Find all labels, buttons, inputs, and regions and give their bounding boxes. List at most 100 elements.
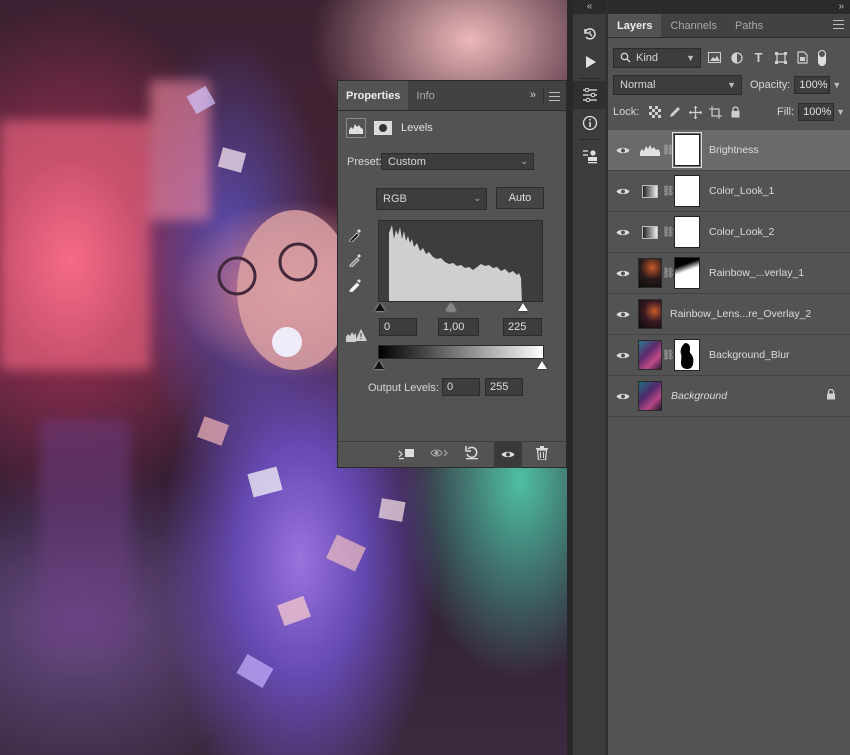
clipping-warning-icon[interactable] [346, 328, 368, 345]
dock-collapse-button[interactable]: « [573, 1, 606, 12]
layer-mask-thumbnail[interactable] [674, 175, 700, 207]
input-white-level[interactable]: 225 [503, 318, 542, 336]
fill-dropdown-icon[interactable]: ▼ [836, 107, 845, 117]
history-icon[interactable] [573, 20, 607, 48]
tab-info[interactable]: Info [408, 81, 442, 110]
lock-transparent-icon[interactable] [647, 104, 662, 121]
preset-select[interactable]: Custom ⌄ [381, 153, 534, 170]
panel-collapse-button[interactable]: » [530, 89, 536, 101]
blend-mode-value: Normal [620, 78, 656, 91]
link-icon[interactable]: ⛓ [662, 268, 675, 279]
view-previous-state-icon[interactable] [430, 447, 450, 462]
layer-thumbnail[interactable] [638, 299, 662, 329]
layer-name: Rainbow_Lens...re_Overlay_2 [670, 308, 812, 320]
eyedropper-white-icon[interactable] [348, 276, 364, 295]
tab-paths[interactable]: Paths [726, 14, 772, 37]
visibility-eye-icon[interactable] [608, 187, 638, 196]
opacity-label: Opacity: [750, 78, 791, 91]
lock-image-icon[interactable] [667, 104, 682, 121]
layer-mask-thumbnail[interactable] [674, 216, 700, 248]
adjustments-icon[interactable] [573, 81, 607, 109]
toggle-visibility-eye-icon[interactable] [494, 441, 522, 468]
panel-menu-icon[interactable] [833, 20, 844, 32]
layer-row-background[interactable]: Background [608, 376, 850, 417]
filter-type-icon[interactable]: T [750, 49, 767, 66]
layer-row-background-blur[interactable]: ⛓ Background_Blur [608, 335, 850, 376]
reset-icon[interactable] [464, 445, 480, 464]
layer-row-color-look-1[interactable]: ⛓ Color_Look_1 [608, 171, 850, 212]
link-icon[interactable]: ⛓ [662, 186, 675, 197]
info-icon[interactable] [573, 109, 607, 137]
layer-thumbnail[interactable] [638, 258, 662, 288]
layer-mask-thumbnail[interactable] [674, 339, 700, 371]
filter-toggle-icon[interactable] [818, 49, 826, 66]
layer-thumbnail[interactable] [638, 381, 662, 411]
layer-mask-thumbnail[interactable] [674, 257, 700, 289]
visibility-eye-icon[interactable] [608, 228, 638, 237]
filter-shape-icon[interactable] [772, 49, 789, 66]
preset-label: Preset: [347, 156, 382, 168]
adjustment-title: Levels [401, 122, 433, 134]
clip-to-layer-icon[interactable] [398, 446, 416, 463]
layer-row-rainbow-lens-overlay-2[interactable]: Rainbow_Lens...re_Overlay_2 [608, 294, 850, 335]
input-black-slider-handle[interactable] [375, 303, 385, 311]
visibility-eye-icon[interactable] [608, 146, 638, 155]
layer-row-brightness[interactable]: ⛓ Brightness [608, 130, 850, 171]
fill-input[interactable]: 100% [798, 103, 835, 121]
tab-properties[interactable]: Properties [338, 81, 409, 110]
link-icon[interactable]: ⛓ [662, 227, 675, 238]
input-black-level[interactable]: 0 [379, 318, 417, 336]
eyedropper-gray-icon[interactable] [348, 251, 364, 270]
panel-menu-icon[interactable] [549, 92, 560, 101]
lock-label: Lock: [613, 106, 640, 118]
levels-adjustment-icon[interactable] [346, 118, 366, 138]
link-icon[interactable]: ⛓ [662, 350, 675, 361]
input-white-slider-handle[interactable] [518, 303, 528, 311]
tab-channels[interactable]: Channels [661, 14, 725, 37]
levels-histogram [378, 220, 543, 302]
layer-name: Brightness [709, 144, 759, 156]
lock-all-icon[interactable] [728, 104, 743, 121]
layer-row-rainbow-overlay-1[interactable]: ⛓ Rainbow_...verlay_1 [608, 253, 850, 294]
filter-smart-object-icon[interactable] [794, 49, 811, 66]
eyedropper-black-icon[interactable] [348, 226, 364, 245]
layer-mask-thumbnail[interactable] [672, 132, 702, 168]
auto-button[interactable]: Auto [496, 187, 544, 209]
properties-panel: Properties Info » Levels Preset: Custom … [337, 80, 567, 468]
visibility-eye-icon[interactable] [608, 351, 638, 360]
channel-select[interactable]: RGB ⌄ [376, 188, 487, 210]
lock-position-icon[interactable] [688, 104, 703, 121]
panel-collapse-button[interactable]: » [838, 1, 844, 12]
layer-name: Background_Blur [709, 349, 790, 361]
opacity-dropdown-icon[interactable]: ▼ [832, 80, 841, 90]
channel-value: RGB [383, 193, 407, 205]
play-icon[interactable] [573, 48, 607, 76]
filter-adjustment-icon[interactable] [728, 49, 745, 66]
libraries-icon[interactable] [573, 142, 607, 170]
layer-name: Color_Look_2 [709, 226, 775, 238]
output-levels-gradient [378, 345, 544, 359]
link-icon[interactable]: ⛓ [662, 145, 675, 156]
visibility-eye-icon[interactable] [608, 269, 638, 278]
input-gamma-level[interactable]: 1,00 [438, 318, 479, 336]
preset-value: Custom [388, 155, 426, 168]
mask-icon[interactable] [374, 121, 392, 135]
output-black-level[interactable]: 0 [442, 378, 480, 396]
visibility-eye-icon[interactable] [608, 392, 638, 401]
delete-trash-icon[interactable] [536, 446, 548, 463]
lock-artboard-icon[interactable] [708, 104, 723, 121]
output-black-slider-handle[interactable] [374, 361, 384, 369]
layer-row-color-look-2[interactable]: ⛓ Color_Look_2 [608, 212, 850, 253]
opacity-input[interactable]: 100% [794, 75, 831, 94]
input-gray-slider-handle[interactable] [446, 303, 456, 311]
blend-mode-select[interactable]: Normal ▼ [613, 74, 742, 95]
layers-panel: » Layers Channels Paths Kind ▼ T Normal … [608, 0, 850, 755]
layer-thumbnail[interactable] [638, 340, 662, 370]
chevron-down-icon: ⌄ [473, 193, 481, 203]
visibility-eye-icon[interactable] [608, 310, 638, 319]
filter-pixel-icon[interactable] [706, 49, 723, 66]
output-white-slider-handle[interactable] [537, 361, 547, 369]
filter-kind-select[interactable]: Kind ▼ [613, 47, 701, 68]
tab-layers[interactable]: Layers [608, 14, 662, 37]
output-white-level[interactable]: 255 [485, 378, 523, 396]
